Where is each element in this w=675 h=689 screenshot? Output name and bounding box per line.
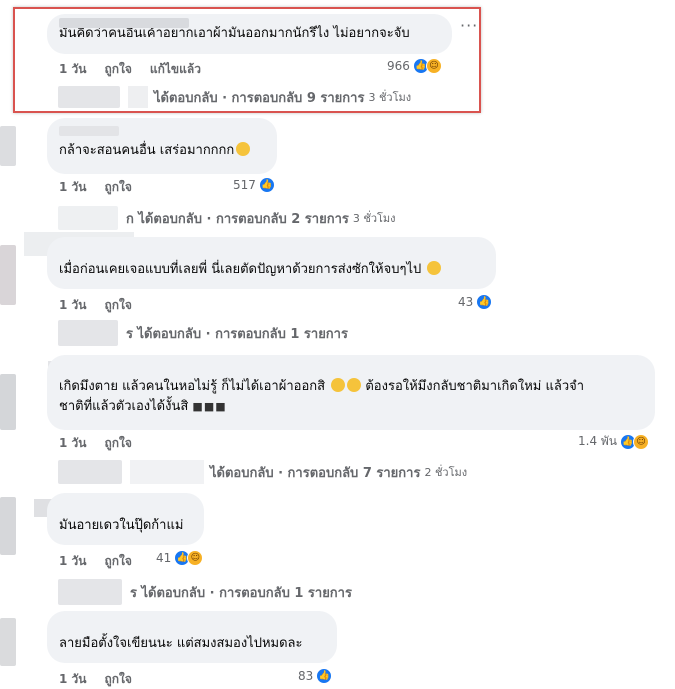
edited-label: แก้ไขแล้ว xyxy=(149,62,201,76)
comment-bubble-1: มันคิดว่าคนอื่นเค้าอยากเอาผ้ามันออกมากนั… xyxy=(47,14,452,54)
reply-avatar-blurred xyxy=(58,206,118,230)
smile-emoji-icon xyxy=(331,378,346,392)
reply-avatar-blurred xyxy=(58,579,122,605)
haha-icon: ☺ xyxy=(425,58,442,74)
comment-meta-1: 1 วัน ถูกใจ แก้ไขแล้ว xyxy=(59,60,219,79)
comment-text: กล้าจะสอนคนอื่น เสร่อมากกกก xyxy=(59,143,235,158)
avatar[interactable] xyxy=(0,245,16,305)
comment-age: 1 วัน xyxy=(59,62,87,76)
comment-text-line1: เกิดมึงตาย แล้วคนในหอไม่รู้ ก็ไม่ได้เอาผ… xyxy=(59,379,326,394)
smile-emoji-icon xyxy=(347,378,362,392)
reaction-count: 43 xyxy=(458,295,474,309)
comment-bubble-3: เมื่อก่อนเคยเจอแบบที่เลยพี่ นี่เลยตัดปัญ… xyxy=(47,237,496,289)
comment-meta-2: 1 วัน ถูกใจ xyxy=(59,178,150,197)
laugh-emoji-icon xyxy=(427,261,442,275)
reaction-count: 83 xyxy=(298,669,314,683)
reaction-count: 517 xyxy=(233,178,256,192)
reply-summary: ร ได้ตอบกลับ · การตอบกลับ 1 รายการ xyxy=(130,585,352,601)
like-button[interactable]: ถูกใจ xyxy=(104,296,131,315)
reaction-count: 966 xyxy=(387,59,410,73)
comment-meta-4: 1 วัน ถูกใจ xyxy=(59,434,150,453)
replies-link-1[interactable]: ได้ตอบกลับ · การตอบกลับ 9 รายการ 3 ชั่วโ… xyxy=(58,86,411,108)
haha-icon: ☺ xyxy=(187,550,204,566)
reaction-count: 41 xyxy=(156,551,172,565)
avatar[interactable] xyxy=(0,374,16,430)
haha-icon: ☺ xyxy=(633,433,650,450)
reply-summary: ได้ตอบกลับ · การตอบกลับ 7 รายการ xyxy=(210,465,421,481)
comment-meta-6: 1 วัน ถูกใจ xyxy=(59,670,150,689)
commenter-name-blurred xyxy=(59,18,189,28)
comment-bubble-5: มันอายเดวในปุ๊ดก้าแม่ xyxy=(47,493,204,545)
reply-time: 3 ชั่วโมง xyxy=(352,212,396,225)
comment-text: เมื่อก่อนเคยเจอแบบที่เลยพี่ นี่เลยตัดปัญ… xyxy=(59,262,422,277)
comment-age: 1 วัน xyxy=(59,554,87,568)
reply-time: 3 ชั่วโมง xyxy=(368,91,412,104)
comment-age: 1 วัน xyxy=(59,298,87,312)
reaction-summary-6[interactable]: 83 👍 xyxy=(298,668,333,684)
reply-name-blurred xyxy=(130,460,204,484)
reply-avatar-blurred xyxy=(58,320,118,346)
more-options-icon[interactable]: ··· xyxy=(460,16,478,35)
reply-summary: ร ได้ตอบกลับ · การตอบกลับ 1 รายการ xyxy=(126,326,348,342)
commenter-name-blurred xyxy=(59,126,119,136)
comment-age: 1 วัน xyxy=(59,672,87,686)
replies-link-3[interactable]: ร ได้ตอบกลับ · การตอบกลับ 1 รายการ xyxy=(58,320,348,346)
reply-avatar-blurred xyxy=(58,460,122,484)
comment-text-line2: ชาติที่แล้วตัวเองได้งั้นสิ xyxy=(59,399,189,414)
like-icon: 👍 xyxy=(258,177,275,193)
avatar[interactable] xyxy=(0,618,16,666)
like-icon: 👍 xyxy=(476,294,493,310)
like-button[interactable]: ถูกใจ xyxy=(104,434,131,453)
buffalo-emoji-icon: ■■■ xyxy=(192,400,227,413)
comment-meta-3: 1 วัน ถูกใจ xyxy=(59,296,150,315)
reaction-count: 1.4 พัน xyxy=(578,434,618,448)
like-button[interactable]: ถูกใจ xyxy=(104,60,131,79)
reply-time: 2 ชั่วโมง xyxy=(424,466,468,479)
comment-bubble-4: เกิดมึงตาย แล้วคนในหอไม่รู้ ก็ไม่ได้เอาผ… xyxy=(47,355,655,430)
comment-text: มันอายเดวในปุ๊ดก้าแม่ xyxy=(59,518,184,533)
reply-avatar-blurred xyxy=(58,86,120,108)
replies-link-4[interactable]: ได้ตอบกลับ · การตอบกลับ 7 รายการ 2 ชั่วโ… xyxy=(58,460,467,484)
comment-bubble-2: กล้าจะสอนคนอื่น เสร่อมากกกก xyxy=(47,118,277,174)
like-icon: 👍 xyxy=(316,668,333,684)
reaction-summary-4[interactable]: 1.4 พัน 👍 ☺ xyxy=(578,432,650,451)
avatar[interactable] xyxy=(0,497,16,555)
comment-age: 1 วัน xyxy=(59,436,87,450)
replies-link-5[interactable]: ร ได้ตอบกลับ · การตอบกลับ 1 รายการ xyxy=(58,579,352,605)
like-button[interactable]: ถูกใจ xyxy=(104,178,131,197)
comment-meta-5: 1 วัน ถูกใจ xyxy=(59,552,150,571)
reaction-summary-5[interactable]: 41 👍 ☺ xyxy=(156,550,204,566)
like-button[interactable]: ถูกใจ xyxy=(104,552,131,571)
comment-text-line1b: ต้องรอให้มึงกลับชาติมาเกิดใหม่ แล้วจำ xyxy=(365,379,585,394)
avatar[interactable] xyxy=(0,126,16,166)
reaction-summary-2[interactable]: 517 👍 xyxy=(233,177,275,193)
comment-age: 1 วัน xyxy=(59,180,87,194)
smile-emoji-icon xyxy=(236,142,251,156)
comment-text: ลายมือตั้งใจเขียนนะ แต่สมงสมองไปหมดละ xyxy=(59,636,303,651)
reply-summary: ก ได้ตอบกลับ · การตอบกลับ 2 รายการ xyxy=(126,211,349,227)
like-button[interactable]: ถูกใจ xyxy=(104,670,131,689)
reply-name-blurred xyxy=(128,86,148,108)
reply-summary: ได้ตอบกลับ · การตอบกลับ 9 รายการ xyxy=(154,90,365,106)
comment-bubble-6: ลายมือตั้งใจเขียนนะ แต่สมงสมองไปหมดละ xyxy=(47,611,337,663)
reaction-summary-3[interactable]: 43 👍 xyxy=(458,294,493,310)
replies-link-2[interactable]: ก ได้ตอบกลับ · การตอบกลับ 2 รายการ 3 ชั่… xyxy=(58,206,396,230)
reaction-summary-1[interactable]: 966 👍 ☺ xyxy=(387,58,442,74)
